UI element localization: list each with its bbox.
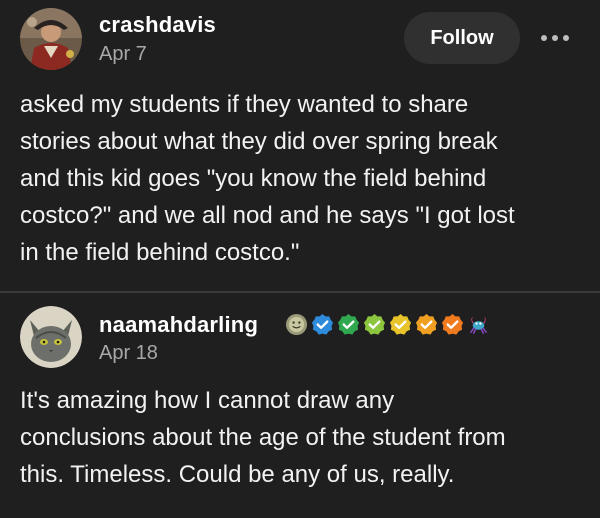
divider [0,291,600,293]
avatar[interactable] [20,8,82,70]
avatar-image [20,306,82,368]
follow-button[interactable]: Follow [404,12,520,64]
orange-check-badge-icon[interactable] [441,313,464,336]
blue-check-badge-icon[interactable] [311,313,334,336]
post-crashdavis: crashdavis Apr 7 Follow asked my student… [0,0,600,292]
post-naamahdarling: naamahdarling Apr 18 It's amazing how I … [0,294,600,518]
orange-check-badge-icon[interactable] [415,313,438,336]
username[interactable]: naamahdarling [99,312,258,338]
green-check-badge-icon[interactable] [337,313,360,336]
avatar[interactable] [20,306,82,368]
post-body: It's amazing how I cannot draw any concl… [20,387,506,488]
more-horizontal-icon [541,35,569,41]
avatar-image [20,8,82,70]
lime-check-badge-icon[interactable] [363,313,386,336]
post-date[interactable]: Apr 7 [99,43,147,66]
yellow-check-badge-icon[interactable] [389,313,412,336]
post-body: asked my students if they wanted to shar… [20,91,515,266]
post-date[interactable]: Apr 18 [99,342,158,365]
crab-badge-icon[interactable] [467,313,490,336]
more-options-icon[interactable] [535,24,575,52]
username[interactable]: crashdavis [99,12,216,38]
badge-row [285,312,490,336]
smiley-badge-icon[interactable] [285,313,308,336]
